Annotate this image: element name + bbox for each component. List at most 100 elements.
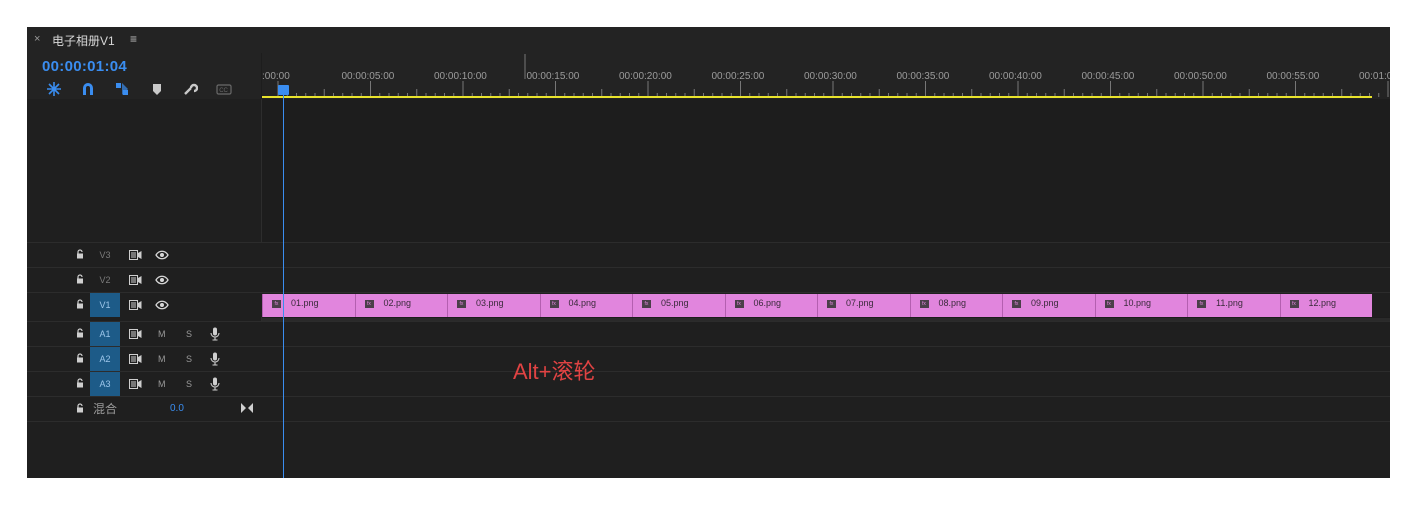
- video-audio-divider[interactable]: [262, 318, 1390, 321]
- marker-icon[interactable]: [149, 81, 165, 97]
- lock-icon[interactable]: [75, 249, 85, 259]
- eye-icon[interactable]: [155, 300, 169, 310]
- track-target-toggle[interactable]: A1: [90, 322, 120, 346]
- ruler-time-label: 00:00:50:00: [1174, 71, 1227, 82]
- video-clip[interactable]: fx 01.png: [262, 294, 355, 317]
- work-area-bar[interactable]: [262, 96, 1372, 98]
- video-clip[interactable]: fx 12.png: [1279, 294, 1372, 317]
- fx-badge-icon[interactable]: fx: [1104, 300, 1114, 308]
- fx-badge-icon[interactable]: fx: [919, 300, 929, 308]
- lock-icon[interactable]: [75, 378, 85, 388]
- audio-track-a3[interactable]: A3 M S: [27, 371, 1390, 396]
- video-clip[interactable]: fx 02.png: [354, 294, 447, 317]
- fx-badge-icon[interactable]: fx: [827, 300, 836, 308]
- wrench-icon[interactable]: [182, 81, 198, 97]
- sync-lock-icon[interactable]: [129, 354, 142, 364]
- ruler-time-label: 00:00:55:00: [1266, 71, 1320, 82]
- eye-icon[interactable]: [155, 250, 169, 260]
- linked-select-icon[interactable]: [114, 81, 130, 97]
- video-clip[interactable]: fx 06.png: [724, 294, 817, 317]
- empty-track-area: [27, 421, 1390, 478]
- sync-lock-icon[interactable]: [129, 379, 142, 389]
- track-header: 混合 0.0: [27, 397, 261, 421]
- ruler-time-label: 00:00:40:00: [989, 71, 1042, 82]
- video-clip[interactable]: fx 11.png: [1187, 294, 1280, 317]
- ruler-time-label: 00:00:30:00: [804, 71, 857, 82]
- fx-badge-icon[interactable]: fx: [1289, 300, 1299, 308]
- solo-button[interactable]: S: [186, 372, 192, 397]
- mix-volume-value[interactable]: 0.0: [170, 397, 184, 421]
- time-ruler[interactable]: :00:00 00:00:05:00 00:00:10:00 00:00:15:00 0…: [262, 53, 1390, 99]
- video-clip[interactable]: fx 10.png: [1094, 294, 1187, 317]
- lock-icon[interactable]: [75, 274, 85, 284]
- track-target-toggle[interactable]: A3: [90, 372, 120, 396]
- ruler-time-label: 00:00:10:00: [434, 71, 487, 82]
- nest-icon[interactable]: [46, 81, 62, 97]
- fx-badge-icon[interactable]: fx: [1012, 300, 1021, 308]
- sync-lock-icon[interactable]: [129, 329, 142, 339]
- captions-icon[interactable]: CC: [216, 81, 232, 97]
- mix-track[interactable]: 混合 0.0: [27, 396, 1390, 421]
- mute-button[interactable]: M: [158, 372, 166, 397]
- solo-button[interactable]: S: [186, 347, 192, 372]
- clip-name: 04.png: [568, 298, 597, 308]
- clip-name: 08.png: [938, 298, 967, 308]
- fx-badge-icon[interactable]: fx: [734, 300, 744, 308]
- fx-badge-icon[interactable]: fx: [1197, 300, 1206, 308]
- fx-badge-icon[interactable]: fx: [642, 300, 651, 308]
- panel-titlebar: × 电子相册V1 ≡: [27, 27, 1390, 53]
- fx-badge-icon[interactable]: fx: [549, 300, 559, 308]
- fx-badge-icon[interactable]: fx: [364, 300, 374, 308]
- clip-name: 10.png: [1123, 298, 1152, 308]
- microphone-icon[interactable]: [210, 377, 220, 391]
- mix-label: 混合: [93, 402, 118, 416]
- ruler-time-label: 00:00:25:00: [711, 71, 765, 82]
- clip-name: 07.png: [846, 298, 874, 308]
- mute-button[interactable]: M: [158, 322, 166, 347]
- close-icon[interactable]: ×: [34, 33, 40, 45]
- video-clip[interactable]: fx 05.png: [632, 294, 725, 317]
- track-target-toggle[interactable]: V1: [90, 293, 120, 317]
- svg-text:CC: CC: [219, 88, 228, 94]
- playhead-line[interactable]: [283, 89, 284, 478]
- solo-button[interactable]: S: [186, 322, 192, 347]
- video-track-v3[interactable]: V3: [27, 242, 1390, 267]
- mute-button[interactable]: M: [158, 347, 166, 372]
- go-to-end-icon[interactable]: [241, 403, 253, 413]
- video-track-v1[interactable]: V1 fx 01.png fx 02.png fx 03.png fx 04.png fx 05.p…: [27, 292, 1390, 317]
- lock-icon[interactable]: [75, 403, 85, 413]
- track-header: A1 M S: [27, 322, 261, 346]
- video-track-v2[interactable]: V2: [27, 267, 1390, 292]
- video-clip[interactable]: fx 03.png: [447, 294, 540, 317]
- eye-icon[interactable]: [155, 275, 169, 285]
- lock-icon[interactable]: [75, 353, 85, 363]
- video-clip[interactable]: fx 08.png: [909, 294, 1002, 317]
- ruler-time-label: 00:00:45:00: [1081, 71, 1135, 82]
- audio-track-a2[interactable]: A2 M S: [27, 346, 1390, 371]
- video-clip[interactable]: fx 09.png: [1002, 294, 1095, 317]
- clip-name: 05.png: [661, 298, 689, 308]
- track-target-toggle[interactable]: V2: [90, 268, 120, 292]
- sequence-tab-title[interactable]: 电子相册V1: [52, 32, 115, 49]
- timeline-panel: × 电子相册V1 ≡ 00:00:01:04 CC :00:00 00:00:0…: [27, 27, 1390, 478]
- video-clip[interactable]: fx 07.png: [817, 294, 910, 317]
- snap-icon[interactable]: [80, 81, 96, 97]
- lock-icon[interactable]: [75, 299, 85, 309]
- playhead-timecode[interactable]: 00:00:01:04: [42, 58, 127, 75]
- track-target-toggle[interactable]: A2: [90, 347, 120, 371]
- ruler-time-label: 00:00:05:00: [341, 71, 395, 82]
- lock-icon[interactable]: [75, 328, 85, 338]
- microphone-icon[interactable]: [210, 327, 220, 341]
- track-target-toggle[interactable]: V3: [90, 243, 120, 267]
- sync-lock-icon[interactable]: [129, 275, 142, 285]
- panel-menu-icon[interactable]: ≡: [130, 32, 137, 46]
- sync-lock-icon[interactable]: [129, 300, 142, 310]
- video-clip[interactable]: fx 04.png: [539, 294, 632, 317]
- fx-badge-icon[interactable]: fx: [457, 300, 466, 308]
- sync-lock-icon[interactable]: [129, 250, 142, 260]
- annotation-text: Alt+滚轮: [513, 359, 596, 384]
- fx-badge-icon[interactable]: fx: [272, 300, 281, 308]
- microphone-icon[interactable]: [210, 352, 220, 366]
- audio-track-a1[interactable]: A1 M S: [27, 321, 1390, 346]
- clip-name: 01.png: [291, 298, 319, 308]
